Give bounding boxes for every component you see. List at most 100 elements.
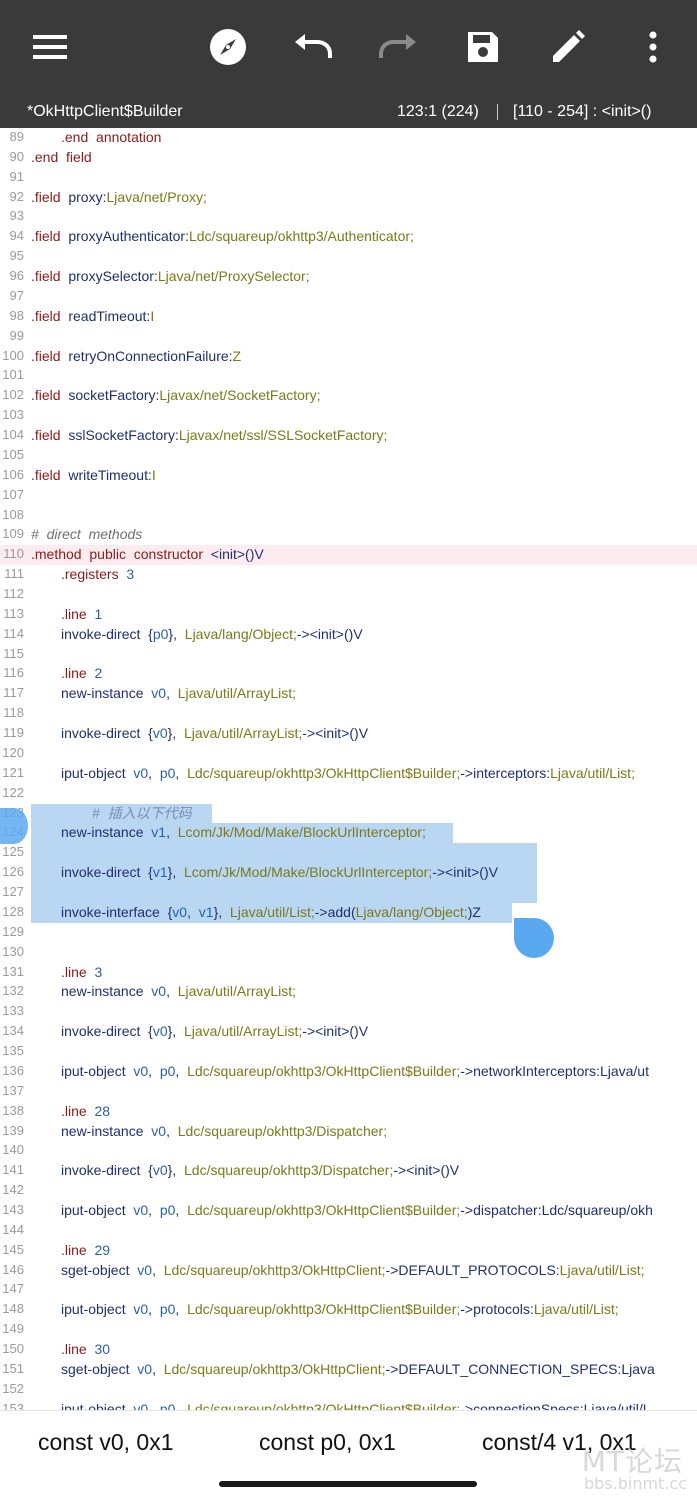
code-text: .field proxy:Ljava/net/Proxy;: [31, 188, 207, 205]
selection-start-handle[interactable]: [0, 807, 28, 844]
code-line[interactable]: 93: [0, 207, 697, 227]
code-line[interactable]: 129: [0, 923, 697, 943]
selection-end-handle[interactable]: [514, 918, 554, 958]
code-line[interactable]: 116 .line 2: [0, 664, 697, 684]
line-number: 96: [9, 268, 24, 284]
code-line[interactable]: 148 iput-object v0, p0, Ldc/squareup/okht…: [0, 1300, 697, 1320]
code-line[interactable]: 133: [0, 1002, 697, 1022]
code-line[interactable]: 142: [0, 1181, 697, 1201]
line-number: 128: [2, 903, 24, 919]
code-line[interactable]: 110 .method public constructor <init>()V: [0, 545, 697, 566]
code-line[interactable]: 137: [0, 1082, 697, 1102]
code-line[interactable]: 101: [0, 366, 697, 386]
method-range[interactable]: [110 - 254] : <init>(): [513, 103, 651, 121]
code-line[interactable]: 152: [0, 1380, 697, 1400]
code-line[interactable]: 132 new-instance v0, Ljava/util/ArrayList…: [0, 982, 697, 1002]
line-number: 122: [2, 784, 24, 800]
line-number: 101: [2, 367, 24, 383]
code-line[interactable]: 139 new-instance v0, Ldc/squareup/okhttp3…: [0, 1122, 697, 1142]
code-line[interactable]: 143 iput-object v0, p0, Ldc/squareup/okht…: [0, 1201, 697, 1221]
undo-icon[interactable]: [283, 18, 343, 76]
code-line[interactable]: 153 iput-object v0, p0, Ldc/squareup/okht…: [0, 1400, 697, 1410]
code-editor[interactable]: 89 .end annotation 90 .end field 91 92 .field …: [0, 128, 697, 1410]
code-line[interactable]: 104 .field sslSocketFactory:Ljavax/net/ss…: [0, 426, 697, 446]
code-text: # direct methods: [31, 526, 143, 543]
code-line[interactable]: 99: [0, 327, 697, 347]
code-line[interactable]: 140: [0, 1141, 697, 1161]
line-number: 133: [2, 1003, 24, 1019]
edit-icon[interactable]: [538, 18, 598, 76]
code-line[interactable]: 136 iput-object v0, p0, Ldc/squareup/okht…: [0, 1062, 697, 1082]
suggestion-item[interactable]: const v0, 0x1: [38, 1429, 174, 1456]
code-line[interactable]: 89 .end annotation: [0, 128, 697, 148]
code-line[interactable]: 108: [0, 506, 697, 526]
code-line[interactable]: 92 .field proxy:Ljava/net/Proxy;: [0, 188, 697, 208]
code-line[interactable]: 134 invoke-direct {v0}, Ljava/util/ArrayL…: [0, 1022, 697, 1042]
code-line[interactable]: 131 .line 3: [0, 963, 697, 983]
code-line[interactable]: 122: [0, 784, 697, 804]
code-line[interactable]: 119 invoke-direct {v0}, Ljava/util/ArrayL…: [0, 724, 697, 744]
code-line[interactable]: 107: [0, 486, 697, 506]
code-line[interactable]: 118: [0, 704, 697, 724]
code-line[interactable]: 117 new-instance v0, Ljava/util/ArrayList…: [0, 684, 697, 704]
redo-icon[interactable]: [368, 18, 428, 76]
more-vert-icon[interactable]: [623, 18, 683, 76]
code-line[interactable]: 145 .line 29: [0, 1241, 697, 1261]
code-line[interactable]: 141 invoke-direct {v0}, Ldc/squareup/okht…: [0, 1161, 697, 1181]
save-icon[interactable]: [453, 18, 513, 76]
code-line[interactable]: 105: [0, 446, 697, 466]
compass-icon[interactable]: [198, 18, 258, 76]
suggestion-item[interactable]: const p0, 0x1: [259, 1429, 396, 1456]
code-line[interactable]: 128 invoke-interface {v0, v1}, Ljava/util…: [0, 902, 697, 923]
code-line[interactable]: 90 .end field: [0, 148, 697, 168]
code-line[interactable]: 135: [0, 1042, 697, 1062]
code-line[interactable]: 106 .field writeTimeout:I: [0, 466, 697, 486]
code-line[interactable]: 98 .field readTimeout:I: [0, 307, 697, 327]
code-line[interactable]: 120: [0, 744, 697, 764]
code-line[interactable]: 91: [0, 168, 697, 188]
line-number: 147: [2, 1281, 24, 1297]
code-line[interactable]: 96 .field proxySelector:Ljava/net/ProxySe…: [0, 267, 697, 287]
code-text: .line 29: [61, 1241, 111, 1258]
code-line[interactable]: 121 iput-object v0, p0, Ldc/squareup/okht…: [0, 764, 697, 784]
code-text: .field sslSocketFactory:Ljavax/net/ssl/S…: [31, 427, 388, 444]
code-line[interactable]: 103: [0, 406, 697, 426]
code-line[interactable]: 146 sget-object v0, Ldc/squareup/okhttp3/…: [0, 1261, 697, 1281]
line-number: 115: [3, 645, 24, 661]
line-number: 121: [2, 764, 24, 780]
file-status-bar: *OkHttpClient$Builder 123:1 (224) [110 -…: [0, 95, 697, 128]
code-line[interactable]: 126 invoke-direct {v1}, Lcom/Jk/Mod/Make/…: [0, 863, 697, 884]
code-line[interactable]: 150 .line 30: [0, 1340, 697, 1360]
code-line[interactable]: 124new-instance v1, Lcom/Jk/Mod/Make/Blo…: [0, 823, 697, 844]
code-line[interactable]: 138 .line 28: [0, 1102, 697, 1122]
code-line[interactable]: 112: [0, 585, 697, 605]
home-indicator[interactable]: [219, 1481, 477, 1487]
code-line[interactable]: 149: [0, 1320, 697, 1340]
code-line[interactable]: 111 .registers 3: [0, 565, 697, 585]
code-line[interactable]: 102 .field socketFactory:Ljavax/net/Socke…: [0, 386, 697, 406]
code-line[interactable]: 130: [0, 943, 697, 963]
code-line[interactable]: 94 .field proxyAuthenticator:Ldc/squareup…: [0, 227, 697, 247]
code-line[interactable]: 151 sget-object v0, Ldc/squareup/okhttp3/…: [0, 1360, 697, 1380]
code-line[interactable]: 109 # direct methods: [0, 525, 697, 545]
code-line[interactable]: 114 invoke-direct {p0}, Ljava/lang/Object…: [0, 625, 697, 645]
code-line[interactable]: 115: [0, 645, 697, 665]
code-line[interactable]: 95: [0, 247, 697, 267]
line-number: 148: [2, 1301, 24, 1317]
code-line[interactable]: 100 .field retryOnConnectionFailure:Z: [0, 347, 697, 367]
file-name[interactable]: *OkHttpClient$Builder: [27, 103, 183, 121]
cursor-position: 123:1 (224): [397, 103, 479, 120]
line-number: 146: [2, 1261, 24, 1277]
code-text: .end annotation: [61, 129, 162, 145]
code-text: iput-object v0, p0, Ldc/squareup/okhttp3…: [61, 1201, 653, 1218]
code-line[interactable]: 147: [0, 1280, 697, 1300]
line-number: 108: [2, 506, 24, 522]
code-line[interactable]: 97: [0, 287, 697, 307]
line-number: 152: [2, 1380, 24, 1396]
code-line[interactable]: 127: [0, 883, 697, 904]
code-line[interactable]: 144: [0, 1221, 697, 1241]
menu-icon[interactable]: [20, 18, 80, 76]
code-line[interactable]: 125: [0, 843, 697, 864]
code-line[interactable]: 123# 插入以下代码: [0, 803, 697, 824]
code-line[interactable]: 113 .line 1: [0, 605, 697, 625]
